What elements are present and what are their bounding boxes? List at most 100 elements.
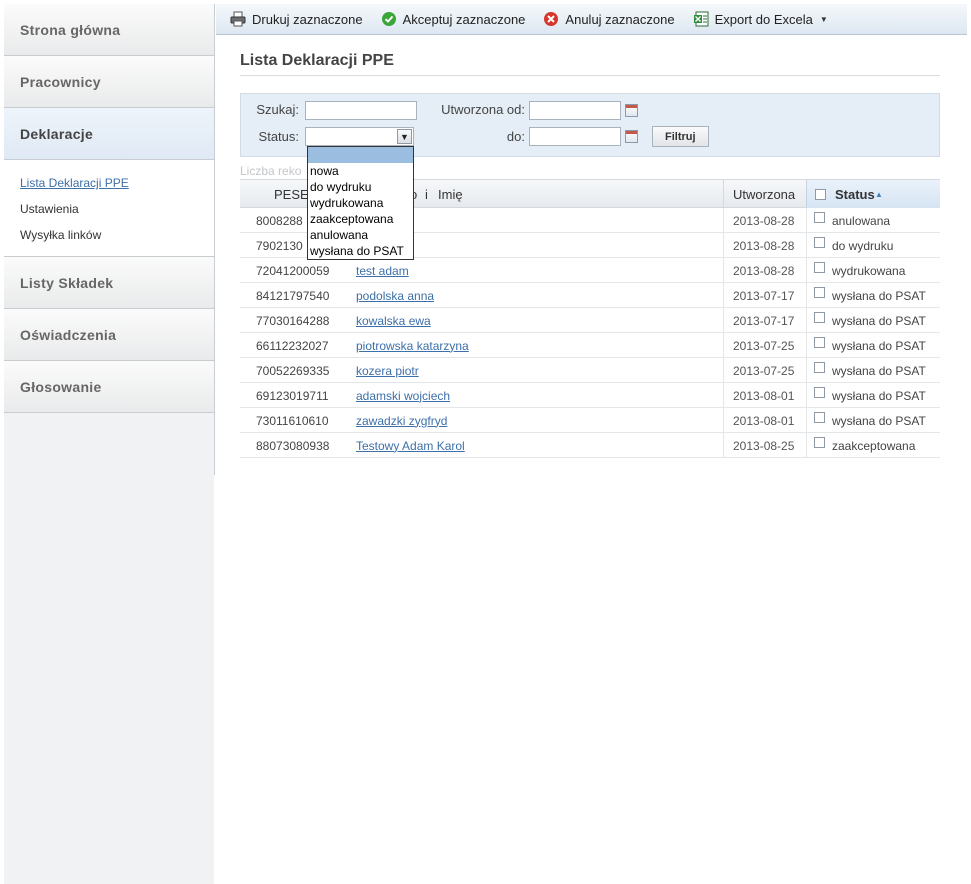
column-divider: [806, 208, 807, 233]
column-header-status[interactable]: Status: [835, 180, 875, 208]
column-divider: [723, 383, 724, 408]
table-row[interactable]: 69123019711 adamski wojciech 2013-08-01 wys…: [240, 383, 940, 408]
page-title: Lista Deklaracji PPE: [240, 52, 394, 69]
calendar-icon[interactable]: [625, 130, 638, 143]
created-cell: 2013-07-25: [733, 338, 795, 353]
sidebar-section-home[interactable]: Strona główna: [4, 4, 214, 56]
sidebar-section-label: Głosowanie: [20, 378, 102, 395]
table-row[interactable]: 88073080938 Testowy Adam Karol 2013-08-25 z…: [240, 433, 940, 458]
row-checkbox[interactable]: [814, 387, 825, 398]
pesel-cell: 88073080938: [256, 438, 330, 453]
status-option[interactable]: nowa: [308, 163, 413, 179]
created-to-input[interactable]: [529, 127, 621, 146]
row-checkbox[interactable]: [814, 337, 825, 348]
name-link[interactable]: podolska anna: [356, 283, 434, 308]
table-row[interactable]: 72041200059 test adam 2013-08-28 wydrukowan…: [240, 258, 940, 283]
name-link[interactable]: Testowy Adam Karol: [356, 433, 465, 458]
name-link[interactable]: adamski wojciech: [356, 383, 450, 408]
sidebar-section-declarations[interactable]: Deklaracje: [4, 108, 214, 160]
table-row[interactable]: 66112232027 piotrowska katarzyna 2013-07-2…: [240, 333, 940, 358]
cancel-selected-button[interactable]: Anuluj zaznaczone: [543, 11, 675, 27]
filter-button[interactable]: Filtruj: [652, 126, 709, 147]
export-excel-button[interactable]: Export do Excela ▼: [693, 11, 828, 27]
search-input[interactable]: [305, 101, 417, 120]
name-link[interactable]: kozera piotr: [356, 358, 419, 383]
status-option[interactable]: zaakceptowana: [308, 211, 413, 227]
row-checkbox[interactable]: [814, 237, 825, 248]
created-cell: 2013-07-25: [733, 363, 795, 378]
table-row[interactable]: 70052269335 kozera piotr 2013-07-25 wysłana…: [240, 358, 940, 383]
toolbar: Drukuj zaznaczone Akceptuj zaznaczone An…: [216, 4, 967, 35]
accept-selected-button[interactable]: Akceptuj zaznaczone: [381, 11, 526, 27]
accept-selected-label: Akceptuj zaznaczone: [402, 11, 526, 27]
column-divider: [806, 433, 807, 458]
sidebar-item-send-links[interactable]: Wysyłka linków: [20, 222, 214, 248]
sidebar-item-declaration-list[interactable]: Lista Deklaracji PPE: [20, 170, 214, 196]
chevron-down-icon[interactable]: ▼: [820, 15, 828, 24]
column-divider: [806, 283, 807, 308]
print-selected-button[interactable]: Drukuj zaznaczone: [230, 11, 363, 27]
row-checkbox[interactable]: [814, 287, 825, 298]
status-text: wysłana do PSAT: [832, 363, 926, 378]
row-checkbox[interactable]: [814, 212, 825, 223]
status-label: Status:: [258, 129, 299, 144]
name-link[interactable]: kowalska ewa: [356, 308, 431, 333]
name-link[interactable]: piotrowska katarzyna: [356, 333, 469, 358]
calendar-icon[interactable]: [625, 104, 638, 117]
select-all-checkbox[interactable]: [815, 188, 826, 200]
column-divider: [723, 180, 724, 208]
excel-icon: [693, 11, 709, 27]
column-header-first-name[interactable]: Imię: [438, 180, 463, 208]
column-header-pesel[interactable]: PESE: [274, 180, 309, 208]
created-from-input[interactable]: [529, 101, 621, 120]
sidebar: Strona główna Pracownicy Deklaracje List…: [4, 4, 215, 884]
pesel-cell: 69123019711: [256, 388, 329, 403]
column-header-created[interactable]: Utworzona: [733, 180, 795, 208]
status-option[interactable]: wydrukowana: [308, 195, 413, 211]
row-checkbox[interactable]: [814, 262, 825, 273]
print-selected-label: Drukuj zaznaczone: [252, 11, 363, 27]
table-row[interactable]: 73011610610 zawadzki zygfryd 2013-08-01 wys…: [240, 408, 940, 433]
column-header-status-cell[interactable]: Status ▲: [806, 180, 940, 208]
column-divider: [723, 433, 724, 458]
name-link[interactable]: test adam: [356, 258, 409, 283]
sidebar-section-employees[interactable]: Pracownicy: [4, 56, 214, 108]
status-option[interactable]: anulowana: [308, 227, 413, 243]
status-text: anulowana: [832, 213, 891, 228]
sort-ascending-icon: ▲: [875, 189, 883, 199]
status-option[interactable]: do wydruku: [308, 179, 413, 195]
column-divider: [806, 358, 807, 383]
status-cell: wysłana do PSAT: [814, 383, 926, 408]
sidebar-item-settings[interactable]: Ustawienia: [20, 196, 214, 222]
column-divider: [723, 358, 724, 383]
status-text: zaakceptowana: [832, 438, 916, 453]
row-checkbox[interactable]: [814, 412, 825, 423]
name-link[interactable]: zawadzki zygfryd: [356, 408, 447, 433]
created-from-label: Utworzona od:: [441, 102, 525, 117]
sidebar-section-contributions[interactable]: Listy Składek: [4, 257, 214, 309]
export-excel-label: Export do Excela: [714, 11, 813, 27]
row-checkbox[interactable]: [814, 312, 825, 323]
created-cell: 2013-07-17: [733, 288, 795, 303]
sidebar-section-voting[interactable]: Głosowanie: [4, 361, 214, 413]
chevron-down-icon[interactable]: ▼: [397, 129, 412, 144]
status-cell: wysłana do PSAT: [814, 358, 926, 383]
column-header-separator: i: [425, 186, 428, 202]
pesel-cell: 77030164288: [256, 313, 330, 328]
status-option[interactable]: wysłana do PSAT: [308, 243, 413, 259]
row-checkbox[interactable]: [814, 362, 825, 373]
status-option[interactable]: [308, 147, 413, 163]
created-cell: 2013-08-28: [733, 263, 795, 278]
row-checkbox[interactable]: [814, 437, 825, 448]
check-circle-icon: [381, 11, 397, 27]
status-text: wysłana do PSAT: [832, 413, 926, 428]
sidebar-section-statements[interactable]: Oświadczenia: [4, 309, 214, 361]
column-divider: [806, 258, 807, 283]
created-cell: 2013-08-01: [733, 413, 795, 428]
table-row[interactable]: 84121797540 podolska anna 2013-07-17 wysłan…: [240, 283, 940, 308]
status-select[interactable]: ▼: [305, 127, 414, 146]
pesel-cell: 73011610610: [256, 413, 329, 428]
table-row[interactable]: 77030164288 kowalska ewa 2013-07-17 wysłana…: [240, 308, 940, 333]
column-divider: [723, 408, 724, 433]
created-cell: 2013-07-17: [733, 313, 795, 328]
